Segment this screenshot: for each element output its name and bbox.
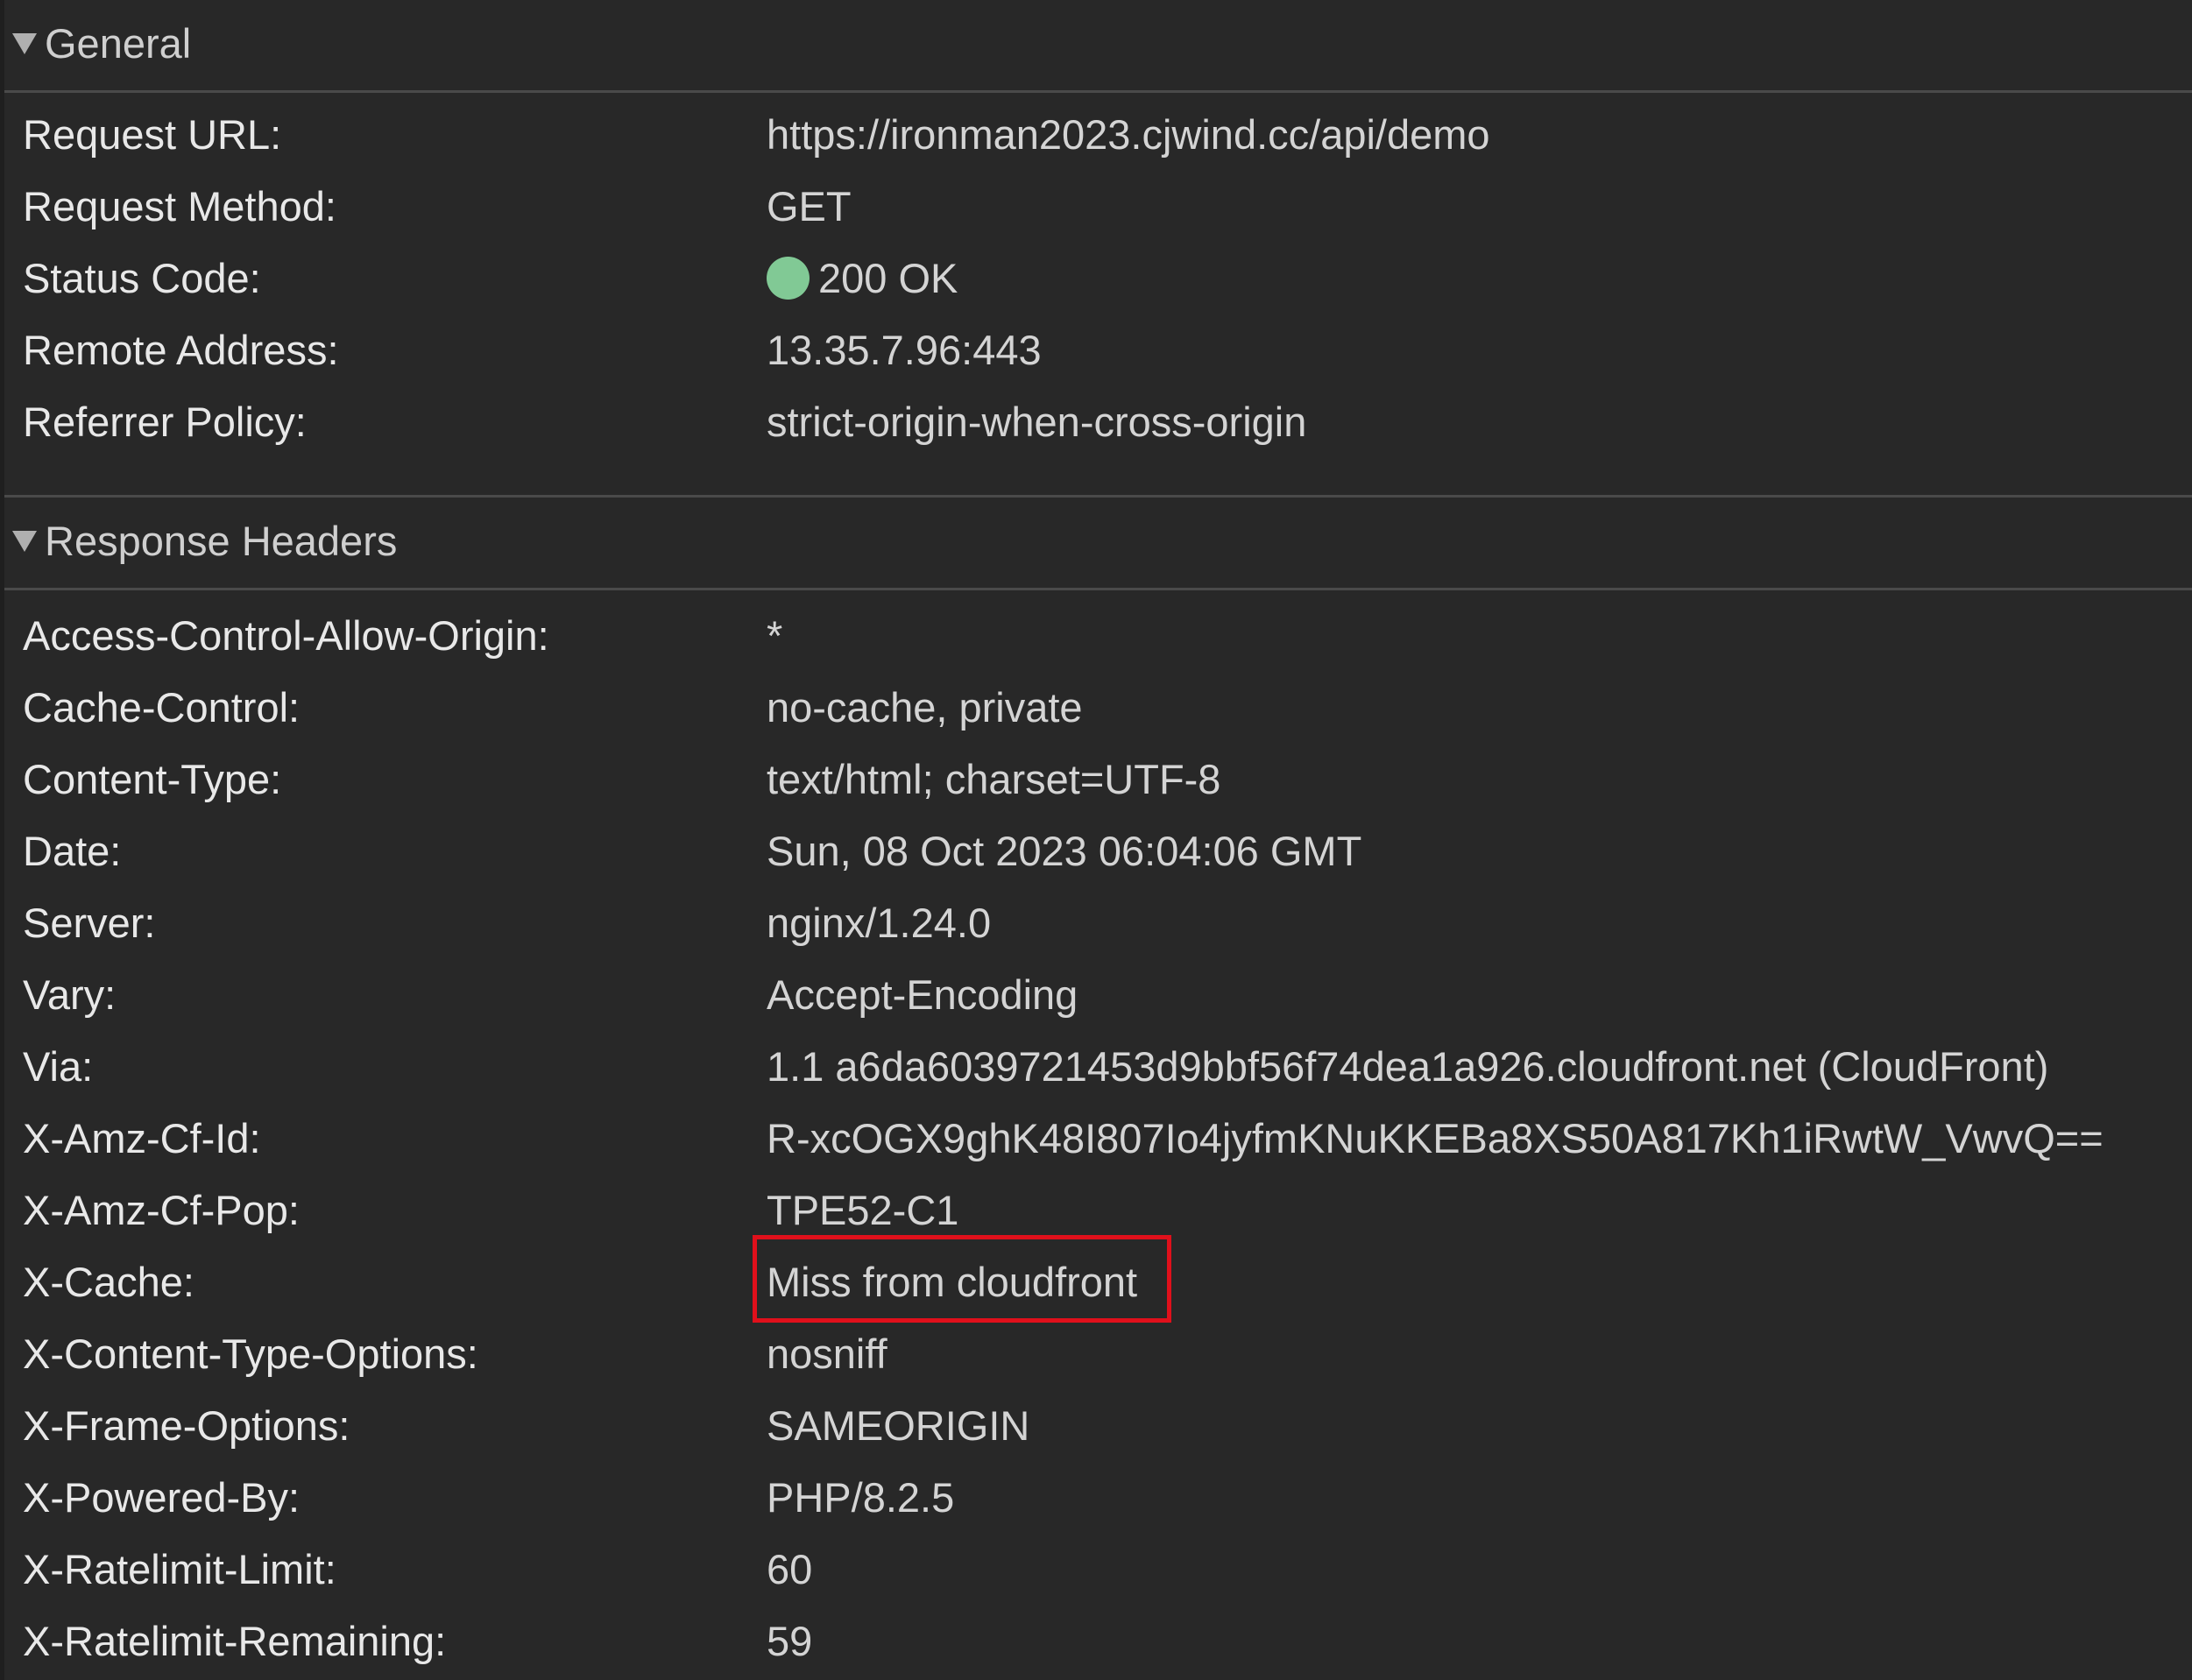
header-key: Vary: xyxy=(23,971,117,1018)
header-value[interactable]: GET xyxy=(767,171,852,243)
header-key: Access-Control-Allow-Origin: xyxy=(23,612,549,659)
header-key: Date: xyxy=(23,828,122,874)
section-title: Response Headers xyxy=(45,518,398,564)
section-header-response-headers[interactable]: Response Headers xyxy=(4,498,2192,590)
section-header-general[interactable]: General xyxy=(4,0,2192,93)
header-key: X-Ratelimit-Remaining: xyxy=(23,1618,447,1664)
header-value[interactable]: text/html; charset=UTF-8 xyxy=(767,744,1220,815)
header-row-content-type: Content-Type: text/html; charset=UTF-8 xyxy=(4,744,2192,815)
header-row-x-powered-by: X-Powered-By: PHP/8.2.5 xyxy=(4,1462,2192,1534)
header-row-vary: Vary: Accept-Encoding xyxy=(4,959,2192,1031)
header-value[interactable]: 1.1 a6da6039721453d9bbf56f74dea1a926.clo… xyxy=(767,1031,2048,1103)
header-value[interactable]: Sun, 08 Oct 2023 06:04:06 GMT xyxy=(767,815,1361,887)
header-key: Status Code: xyxy=(23,255,261,301)
header-key: X-Cache: xyxy=(23,1259,194,1305)
header-value[interactable]: TPE52-C1 xyxy=(767,1175,958,1246)
header-value[interactable]: nginx/1.24.0 xyxy=(767,887,991,959)
header-value[interactable]: 200 OK xyxy=(767,243,958,314)
header-value[interactable]: no-cache, private xyxy=(767,672,1083,744)
header-key: X-Amz-Cf-Id: xyxy=(23,1115,261,1161)
section-title: General xyxy=(45,20,192,67)
header-key: Referrer Policy: xyxy=(23,399,307,445)
header-row-server: Server: nginx/1.24.0 xyxy=(4,887,2192,959)
header-value[interactable]: Accept-Encoding xyxy=(767,959,1078,1031)
header-row-request-url: Request URL: https://ironman2023.cjwind.… xyxy=(4,99,2192,171)
header-row-x-frame-options: X-Frame-Options: SAMEORIGIN xyxy=(4,1390,2192,1462)
header-key: Cache-Control: xyxy=(23,684,301,731)
header-value[interactable]: nosniff xyxy=(767,1318,887,1390)
header-row-x-amz-cf-pop: X-Amz-Cf-Pop: TPE52-C1 xyxy=(4,1175,2192,1246)
header-key: Request URL: xyxy=(23,111,282,158)
header-row-access-control-allow-origin: Access-Control-Allow-Origin: * xyxy=(4,600,2192,672)
header-row-x-content-type-options: X-Content-Type-Options: nosniff xyxy=(4,1318,2192,1390)
header-value[interactable]: 13.35.7.96:443 xyxy=(767,314,1042,386)
header-row-referrer-policy: Referrer Policy: strict-origin-when-cros… xyxy=(4,386,2192,458)
header-row-x-cache: X-Cache: Miss from cloudfront xyxy=(4,1246,2192,1318)
header-row-date: Date: Sun, 08 Oct 2023 06:04:06 GMT xyxy=(4,815,2192,887)
header-value[interactable]: * xyxy=(767,600,782,672)
header-key: X-Content-Type-Options: xyxy=(23,1331,478,1377)
header-row-x-ratelimit-remaining: X-Ratelimit-Remaining: 59 xyxy=(4,1606,2192,1677)
header-key: Remote Address: xyxy=(23,327,339,373)
header-key: Via: xyxy=(23,1043,94,1090)
status-text: 200 OK xyxy=(818,255,958,301)
header-key: X-Ratelimit-Limit: xyxy=(23,1546,336,1592)
expand-triangle-icon xyxy=(12,531,37,552)
header-value[interactable]: 59 xyxy=(767,1606,812,1677)
header-key: X-Frame-Options: xyxy=(23,1402,350,1449)
header-value[interactable]: PHP/8.2.5 xyxy=(767,1462,954,1534)
header-row-remote-address: Remote Address: 13.35.7.96:443 xyxy=(4,314,2192,386)
expand-triangle-icon xyxy=(12,33,37,54)
header-value[interactable]: strict-origin-when-cross-origin xyxy=(767,386,1306,458)
status-ok-icon xyxy=(767,257,810,300)
header-key: Request Method: xyxy=(23,183,336,229)
header-row-x-amz-cf-id: X-Amz-Cf-Id: R-xcOGX9ghK48I807Io4jyfmKNu… xyxy=(4,1103,2192,1175)
header-key: X-Amz-Cf-Pop: xyxy=(23,1187,300,1233)
header-key: Content-Type: xyxy=(23,756,282,802)
header-value[interactable]: Miss from cloudfront xyxy=(767,1246,1137,1318)
header-value[interactable]: SAMEORIGIN xyxy=(767,1390,1029,1462)
header-row-x-ratelimit-limit: X-Ratelimit-Limit: 60 xyxy=(4,1534,2192,1606)
header-row-cache-control: Cache-Control: no-cache, private xyxy=(4,672,2192,744)
header-key: X-Powered-By: xyxy=(23,1474,301,1521)
header-key: Server: xyxy=(23,900,156,946)
header-row-status-code: Status Code: 200 OK xyxy=(4,243,2192,314)
header-value[interactable]: R-xcOGX9ghK48I807Io4jyfmKNuKKEBa8XS50A81… xyxy=(767,1103,2104,1175)
header-value[interactable]: https://ironman2023.cjwind.cc/api/demo xyxy=(767,99,1490,171)
header-value[interactable]: 60 xyxy=(767,1534,812,1606)
header-row-via: Via: 1.1 a6da6039721453d9bbf56f74dea1a92… xyxy=(4,1031,2192,1103)
header-row-request-method: Request Method: GET xyxy=(4,171,2192,243)
